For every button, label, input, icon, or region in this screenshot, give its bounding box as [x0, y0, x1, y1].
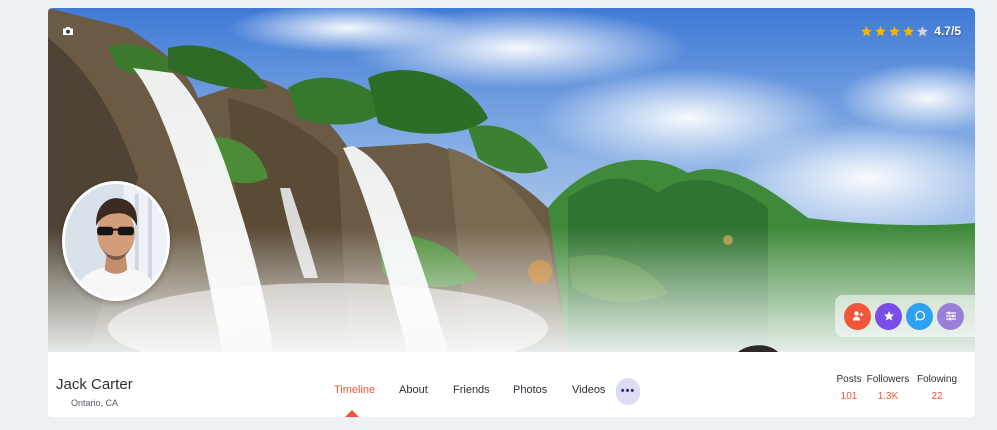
more-dots-icon: ••• [620, 385, 636, 397]
stat-label: Followers [866, 374, 910, 385]
profile-info-bar: Jack Carter Ontario, CA Timeline About F… [48, 352, 975, 417]
chat-icon [914, 310, 925, 321]
star-icon [883, 311, 894, 321]
stat-following[interactable]: Folowing 22 [913, 374, 961, 402]
stat-label: Folowing [916, 374, 958, 385]
avatar-photo [65, 184, 167, 298]
change-cover-button[interactable] [59, 22, 77, 40]
favorite-button[interactable] [875, 302, 902, 330]
star-filled-icon [874, 25, 887, 38]
stat-value: 101 [840, 391, 858, 402]
star-empty-icon [916, 25, 929, 38]
star-filled-icon [902, 25, 915, 38]
profile-location: Ontario, CA [71, 398, 119, 408]
tab-timeline[interactable]: Timeline [334, 384, 375, 396]
add-friend-icon [852, 311, 863, 321]
profile-rating: 4.7/5 [860, 24, 961, 38]
more-tabs-button[interactable]: ••• [616, 378, 640, 405]
profile-card: 4.7/5 Jack Carter Ontario, CA Timeline A… [48, 8, 975, 417]
tab-about[interactable]: About [399, 384, 428, 396]
profile-stats: Posts 101 Followers 1.3K Folowing 22 [835, 374, 975, 414]
message-button[interactable] [906, 302, 933, 330]
tab-photos[interactable]: Photos [513, 384, 547, 396]
tab-friends[interactable]: Friends [453, 384, 490, 396]
profile-name: Jack Carter [56, 376, 133, 393]
settings-sliders-icon [945, 311, 956, 321]
rating-score: 4.7/5 [934, 24, 961, 38]
tab-videos[interactable]: Videos [572, 384, 605, 396]
star-filled-icon [888, 25, 901, 38]
settings-button[interactable] [937, 302, 964, 330]
stat-value: 22 [931, 391, 943, 402]
avatar[interactable] [62, 181, 170, 301]
profile-action-bar [835, 295, 975, 337]
cover-photo: 4.7/5 [48, 8, 975, 352]
camera-icon [63, 27, 73, 35]
star-filled-icon [860, 25, 873, 38]
stat-followers[interactable]: Followers 1.3K [864, 374, 912, 402]
stat-value: 1.3K [877, 391, 899, 402]
active-tab-indicator [345, 410, 359, 417]
stat-label: Posts [836, 374, 862, 385]
add-friend-button[interactable] [844, 302, 871, 330]
stat-posts[interactable]: Posts 101 [835, 374, 863, 402]
